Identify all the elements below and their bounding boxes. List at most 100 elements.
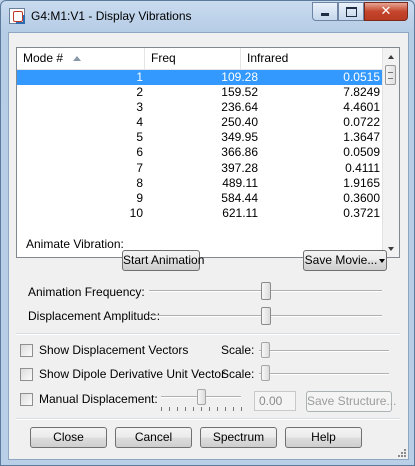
table-cell-ir: 0.0509 [343, 145, 380, 160]
close-button[interactable]: Close [30, 427, 107, 448]
table-row[interactable]: 4 250.40 0.0722 [17, 115, 386, 130]
resize-grip[interactable] [396, 447, 406, 457]
section-divider [16, 333, 400, 335]
animate-vibration-label: Animate Vibration: [26, 237, 124, 251]
scroll-up-button[interactable] [383, 48, 399, 65]
show-displacement-vectors-checkbox[interactable] [20, 344, 33, 357]
scroll-down-icon [388, 246, 394, 251]
cancel-button[interactable]: Cancel [115, 427, 192, 448]
manual-displacement-ticks [161, 407, 242, 412]
table-cell-freq: 109.28 [221, 70, 258, 84]
manual-displacement-label[interactable]: Manual Displacement: [39, 392, 158, 406]
show-displacement-vectors-label[interactable]: Show Displacement Vectors [39, 343, 188, 357]
table-cell-ir: 1.9165 [343, 175, 380, 190]
table-cell-ir: 7.8249 [343, 85, 380, 100]
table-cell-ir: 0.0515 [343, 70, 380, 84]
manual-displacement-checkbox[interactable] [20, 393, 33, 406]
caption-buttons: ✕ [312, 2, 408, 22]
column-header-infrared[interactable]: Infrared [241, 48, 386, 69]
start-animation-button[interactable]: Start Animation [122, 250, 204, 271]
table-body: 1 109.28 0.0515 2 159.52 7.8249 3 236.64 4.4601 4… [17, 70, 386, 221]
slider-tick [209, 407, 210, 411]
scale-label: Scale: [221, 367, 255, 381]
close-window-button[interactable]: ✕ [364, 2, 408, 21]
table-cell-ir: 1.3647 [343, 130, 380, 145]
table-cell-freq: 159.52 [221, 85, 258, 100]
column-header-mode[interactable]: Mode # [17, 48, 145, 69]
minimize-icon [313, 3, 337, 20]
table-row[interactable]: 3 236.64 4.4601 [17, 100, 386, 115]
window-title: G4:M1:V1 - Display Vibrations [31, 9, 192, 23]
slider-tick [233, 407, 234, 411]
minimize-button[interactable] [312, 2, 338, 21]
show-dipole-vector-label[interactable]: Show Dipole Derivative Unit Vector [39, 367, 225, 381]
table-row[interactable]: 6 366.86 0.0509 [17, 145, 386, 160]
slider-tick [217, 407, 218, 411]
displacement-scale-slider[interactable] [261, 342, 270, 358]
animation-frequency-slider[interactable] [260, 282, 271, 300]
column-header-label: Freq [151, 51, 176, 65]
displacement-amplitude-label: Displacement Amplitude: [28, 309, 161, 323]
help-button[interactable]: Help [285, 427, 362, 448]
table-cell-ir: 0.4111 [345, 160, 380, 175]
dialog-client-area: Mode # Freq Infrared 1 109.28 0.0515 2 159.5… [8, 32, 409, 460]
slider-tick [169, 407, 170, 411]
save-movie-label: Save Movie... [304, 253, 378, 267]
table-row[interactable]: 7 397.28 0.4111 [17, 161, 386, 176]
table-cell-mode: 10 [129, 205, 143, 220]
slider-tick [201, 407, 202, 411]
column-header-label: Mode # [23, 51, 64, 65]
table-cell-freq: 349.95 [221, 130, 258, 145]
table-row[interactable]: 9 584.44 0.3600 [17, 191, 386, 206]
table-row[interactable]: 5 349.95 1.3647 [17, 130, 386, 145]
table-cell-freq: 250.40 [221, 115, 258, 130]
table-cell-mode: 6 [136, 145, 143, 160]
title-bar[interactable]: G4:M1:V1 - Display Vibrations ✕ [1, 1, 414, 33]
close-icon: ✕ [380, 4, 392, 19]
table-cell-freq: 366.86 [221, 145, 258, 160]
maximize-icon [339, 3, 363, 20]
table-cell-mode: 4 [136, 115, 143, 130]
maximize-button[interactable] [338, 2, 364, 21]
show-dipole-vector-checkbox[interactable] [20, 368, 33, 381]
table-cell-freq: 584.44 [221, 190, 258, 205]
table-vertical-scrollbar[interactable] [382, 48, 399, 257]
table-row[interactable]: 10 621.11 0.3721 [17, 206, 386, 221]
sort-ascending-icon [73, 56, 81, 61]
slider-tick [185, 407, 186, 411]
scrollbar-thumb[interactable] [385, 65, 396, 85]
dropdown-arrow-icon [379, 258, 386, 263]
vibrations-table[interactable]: Mode # Freq Infrared 1 109.28 0.0515 2 159.5… [16, 47, 400, 258]
table-cell-mode: 1 [136, 70, 143, 84]
table-row[interactable]: 1 109.28 0.0515 [17, 70, 386, 86]
column-header-freq[interactable]: Freq [145, 48, 241, 69]
slider-tick [161, 407, 162, 411]
scale-label: Scale: [221, 343, 255, 357]
scroll-up-icon [388, 54, 394, 59]
table-cell-ir: 0.3721 [343, 205, 380, 220]
save-structure-button[interactable]: Save Structure... [306, 391, 396, 412]
dipole-scale-track [259, 373, 389, 375]
dipole-scale-slider[interactable] [261, 365, 270, 381]
table-row[interactable]: 2 159.52 7.8249 [17, 85, 386, 100]
table-cell-ir: 0.0722 [343, 115, 380, 130]
table-cell-mode: 3 [136, 100, 143, 115]
table-row[interactable]: 8 489.11 1.9165 [17, 176, 386, 191]
slider-tick [177, 407, 178, 411]
table-cell-mode: 7 [136, 160, 143, 175]
slider-tick [193, 407, 194, 411]
slider-tick [225, 407, 226, 411]
animation-frequency-label: Animation Frequency: [28, 285, 145, 299]
spectrum-button[interactable]: Spectrum [200, 427, 277, 448]
displacement-scale-track [259, 350, 389, 352]
manual-displacement-value-field[interactable]: 0.00 [254, 391, 296, 411]
manual-displacement-slider[interactable] [196, 389, 206, 405]
table-cell-ir: 0.3600 [343, 190, 380, 205]
slider-tick [241, 407, 242, 411]
displacement-amplitude-slider[interactable] [260, 307, 271, 325]
table-cell-freq: 621.11 [222, 205, 258, 220]
column-header-label: Infrared [247, 51, 289, 65]
table-cell-freq: 489.11 [222, 175, 258, 190]
app-icon[interactable] [9, 8, 25, 24]
save-movie-button[interactable]: Save Movie... [303, 250, 387, 271]
